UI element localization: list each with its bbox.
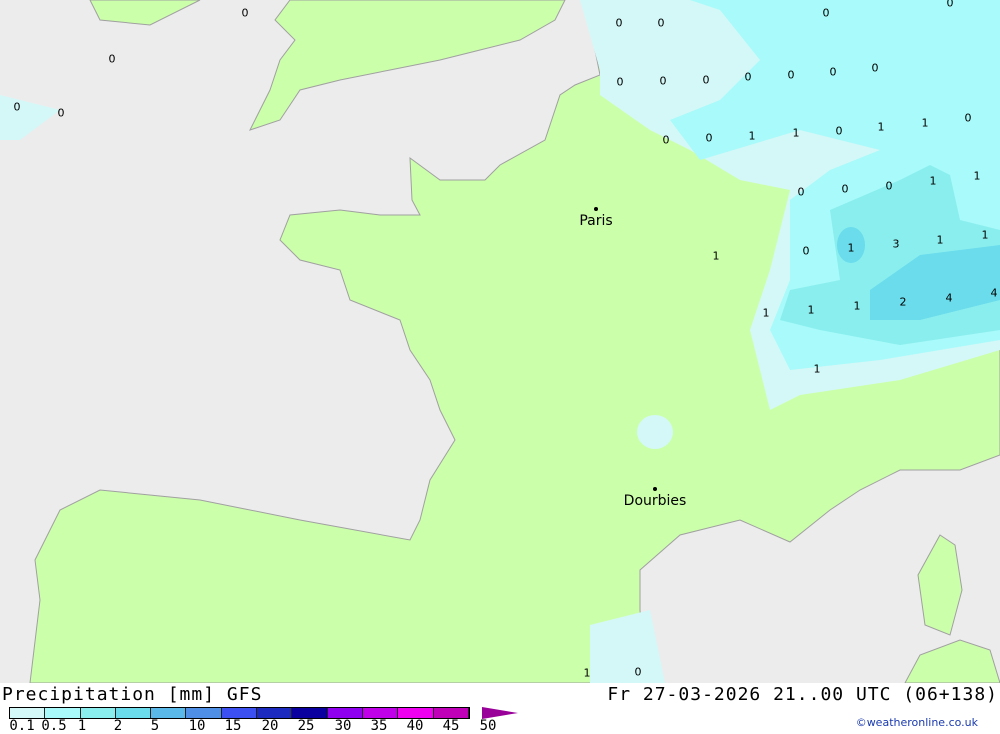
precip-value-label: 1 — [981, 228, 989, 242]
precip-value-label: 3 — [892, 237, 900, 251]
precip-value-label: 0 — [885, 179, 893, 193]
precip-value-label: 1 — [748, 129, 756, 143]
dourbies-marker — [653, 487, 657, 491]
precip-value-label: 0 — [787, 68, 795, 82]
precip-value-label: 0 — [822, 6, 830, 20]
precip-value-label: 0 — [657, 16, 665, 30]
precip-value-label: 1 — [762, 306, 770, 320]
scale-swatch — [327, 708, 363, 718]
precip-value-label: 1 — [877, 120, 885, 134]
scale-tick-label: 10 — [188, 718, 206, 734]
precip-value-label: 1 — [813, 362, 821, 376]
precip-value-label: 0 — [964, 111, 972, 125]
precip-value-label: 0 — [835, 124, 843, 138]
precip-value-label: 0 — [616, 75, 624, 89]
precip-value-label: 0 — [802, 244, 810, 258]
scale-swatch — [433, 708, 469, 718]
precip-value-label: 1 — [807, 303, 815, 317]
precip-value-label: 1 — [921, 116, 929, 130]
precip-value-label: 0 — [241, 6, 249, 20]
scale-swatch — [292, 708, 328, 718]
scale-swatch — [186, 708, 222, 718]
scale-tick-label: 0.5 — [41, 718, 67, 734]
scale-tick-label: 30 — [334, 718, 352, 734]
precip-value-label: 0 — [634, 665, 642, 679]
precip-value-label: 0 — [57, 106, 65, 120]
scale-tick-label: 40 — [406, 718, 424, 734]
precip-left-edge — [0, 95, 60, 140]
scale-tick-label: 15 — [224, 718, 242, 734]
precip-value-label: 2 — [899, 295, 907, 309]
scale-tick-label: 25 — [297, 718, 315, 734]
corsica-land — [917, 534, 963, 636]
precip-value-label: 0 — [662, 133, 670, 147]
scale-swatch — [10, 708, 46, 718]
precip-value-label: 1 — [853, 299, 861, 313]
city-dourbies[interactable]: Dourbies — [624, 493, 687, 509]
precip-value-label: 0 — [829, 65, 837, 79]
ireland-land — [89, 0, 201, 26]
copyright-link[interactable]: ©weatheronline.co.uk — [856, 716, 978, 729]
precipitation-map[interactable]: Paris Dourbies 0 0 0 0 0 0 0 0 0 0 0 0 0 0 0 0 1 1 0 1 1 0 0 0 0… — [0, 0, 1000, 683]
scale-tick-label: 20 — [261, 718, 279, 734]
precip-value-label: 0 — [946, 0, 954, 10]
legend-title: Precipitation [mm] GFS — [2, 684, 263, 705]
paris-marker — [594, 207, 598, 211]
precip-value-label: 0 — [702, 73, 710, 87]
forecast-date: Fr 27-03-2026 21..00 UTC (06+138) — [607, 684, 998, 705]
uk-land — [249, 0, 566, 131]
precip-value-label: 0 — [108, 52, 116, 66]
city-paris[interactable]: Paris — [579, 213, 612, 229]
precip-value-label: 0 — [13, 100, 21, 114]
scale-swatch — [362, 708, 399, 718]
sardinia-land — [904, 639, 1000, 683]
precip-value-label: 1 — [936, 233, 944, 247]
precip-small-blob — [637, 415, 673, 449]
scale-tick-label: 50 — [479, 718, 497, 734]
precip-value-label: 4 — [945, 291, 953, 305]
legend-footer: Precipitation [mm] GFS Fr 27-03-2026 21.… — [0, 683, 1000, 734]
scale-swatch — [221, 708, 258, 718]
precip-value-label: 1 — [712, 249, 720, 263]
precip-value-label: 4 — [990, 286, 998, 300]
precip-value-label: 1 — [929, 174, 937, 188]
precip-value-label: 0 — [871, 61, 879, 75]
precip-value-label: 1 — [973, 169, 981, 183]
scale-tick-label: 0.1 — [9, 718, 35, 734]
scale-swatch — [257, 708, 293, 718]
scale-swatch — [80, 708, 116, 718]
precip-value-label: 1 — [792, 126, 800, 140]
scale-tick-label: 5 — [150, 718, 160, 734]
precip-value-label: 0 — [659, 74, 667, 88]
precip-value-label: 0 — [744, 70, 752, 84]
scale-tick-label: 1 — [77, 718, 87, 734]
precip-value-label: 0 — [615, 16, 623, 30]
scale-tick-label: 45 — [442, 718, 460, 734]
scale-tick-label: 35 — [370, 718, 388, 734]
scale-swatch — [398, 708, 434, 718]
precip-value-label: 1 — [847, 241, 855, 255]
scale-swatch — [151, 708, 187, 718]
precip-value-label: 1 — [583, 666, 591, 680]
scale-tick-label: 2 — [113, 718, 123, 734]
scale-swatch — [115, 708, 152, 718]
map-layers — [0, 0, 1000, 683]
scale-swatch — [45, 708, 81, 718]
precip-value-label: 0 — [705, 131, 713, 145]
precip-value-label: 0 — [841, 182, 849, 196]
precip-value-label: 0 — [797, 185, 805, 199]
